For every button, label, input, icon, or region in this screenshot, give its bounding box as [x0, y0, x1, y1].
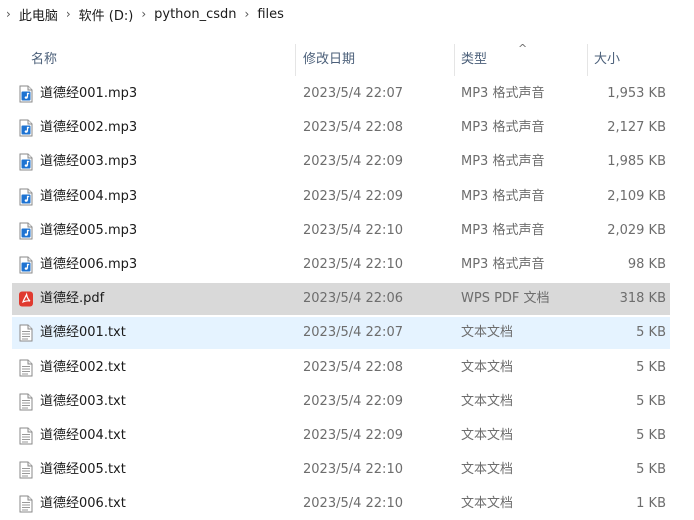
- file-name[interactable]: 道德经001.mp3: [40, 78, 137, 110]
- breadcrumb-this-pc[interactable]: 此电脑: [19, 5, 58, 24]
- file-row[interactable]: 道德经002.txt 2023/5/4 22:08 文本文档 5 KB: [12, 352, 670, 384]
- file-size: 5 KB: [636, 394, 666, 409]
- file-type: 文本文档: [461, 428, 514, 443]
- text-file-icon: [18, 359, 34, 377]
- pdf-file-icon: [18, 290, 34, 308]
- text-file-icon: [18, 393, 34, 411]
- file-size: 2,127 KB: [607, 120, 666, 135]
- file-name[interactable]: 道德经004.txt: [40, 420, 126, 452]
- text-file-icon: [18, 495, 34, 513]
- file-name[interactable]: 道德经003.txt: [40, 386, 126, 418]
- breadcrumb-files[interactable]: files: [257, 7, 284, 22]
- file-modified-date: 2023/5/4 22:09: [303, 154, 403, 169]
- breadcrumb-python-csdn[interactable]: python_csdn: [154, 7, 236, 22]
- column-divider[interactable]: [454, 44, 455, 76]
- file-row[interactable]: 道德经.pdf 2023/5/4 22:06 WPS PDF 文档 318 KB: [12, 283, 670, 315]
- file-size: 5 KB: [636, 462, 666, 477]
- file-modified-date: 2023/5/4 22:10: [303, 223, 403, 238]
- file-size: 5 KB: [636, 428, 666, 443]
- file-modified-date: 2023/5/4 22:06: [303, 291, 403, 306]
- column-divider[interactable]: [295, 44, 296, 76]
- text-file-icon: [18, 427, 34, 445]
- file-type: 文本文档: [461, 394, 514, 409]
- text-file-icon: [18, 461, 34, 479]
- audio-file-icon: [18, 153, 34, 171]
- chevron-right-icon[interactable]: ›: [245, 7, 250, 21]
- file-row[interactable]: 道德经005.txt 2023/5/4 22:10 文本文档 5 KB: [12, 454, 670, 486]
- file-name[interactable]: 道德经002.txt: [40, 352, 126, 384]
- file-type: 文本文档: [461, 462, 514, 477]
- file-row[interactable]: 道德经005.mp3 2023/5/4 22:10 MP3 格式声音 2,029 KB: [12, 215, 670, 247]
- file-name[interactable]: 道德经006.txt: [40, 488, 126, 520]
- file-row[interactable]: 道德经003.mp3 2023/5/4 22:09 MP3 格式声音 1,985 KB: [12, 146, 670, 178]
- audio-file-icon: [18, 85, 34, 103]
- file-modified-date: 2023/5/4 22:09: [303, 189, 403, 204]
- file-modified-date: 2023/5/4 22:09: [303, 428, 403, 443]
- file-name[interactable]: 道德经001.txt: [40, 317, 126, 349]
- sort-ascending-icon: ^: [518, 42, 528, 55]
- file-row[interactable]: 道德经001.mp3 2023/5/4 22:07 MP3 格式声音 1,953 KB: [12, 78, 670, 110]
- column-header: 名称 修改日期 类型 ^ 大小: [0, 42, 694, 76]
- file-row[interactable]: 道德经004.txt 2023/5/4 22:09 文本文档 5 KB: [12, 420, 670, 452]
- breadcrumb: › 此电脑 › 软件 (D:) › python_csdn › files: [0, 0, 694, 28]
- file-modified-date: 2023/5/4 22:07: [303, 325, 403, 340]
- file-row[interactable]: 道德经002.mp3 2023/5/4 22:08 MP3 格式声音 2,127 KB: [12, 112, 670, 144]
- column-header-type[interactable]: 类型: [461, 44, 487, 76]
- file-modified-date: 2023/5/4 22:10: [303, 462, 403, 477]
- file-type: MP3 格式声音: [461, 257, 545, 272]
- file-row[interactable]: 道德经001.txt 2023/5/4 22:07 文本文档 5 KB: [12, 317, 670, 349]
- file-size: 1,953 KB: [607, 86, 666, 101]
- file-type: WPS PDF 文档: [461, 291, 550, 306]
- file-modified-date: 2023/5/4 22:08: [303, 360, 403, 375]
- file-row[interactable]: 道德经006.mp3 2023/5/4 22:10 MP3 格式声音 98 KB: [12, 249, 670, 281]
- file-modified-date: 2023/5/4 22:10: [303, 496, 403, 511]
- file-modified-date: 2023/5/4 22:07: [303, 86, 403, 101]
- column-header-name[interactable]: 名称: [31, 44, 57, 76]
- file-size: 98 KB: [627, 257, 666, 272]
- column-divider[interactable]: [587, 44, 588, 76]
- file-size: 1 KB: [636, 496, 666, 511]
- file-size: 5 KB: [636, 325, 666, 340]
- file-modified-date: 2023/5/4 22:10: [303, 257, 403, 272]
- audio-file-icon: [18, 119, 34, 137]
- file-size: 2,109 KB: [607, 189, 666, 204]
- file-row[interactable]: 道德经003.txt 2023/5/4 22:09 文本文档 5 KB: [12, 386, 670, 418]
- file-type: MP3 格式声音: [461, 120, 545, 135]
- breadcrumb-drive-d[interactable]: 软件 (D:): [79, 5, 134, 24]
- file-name[interactable]: 道德经006.mp3: [40, 249, 137, 281]
- file-name[interactable]: 道德经005.mp3: [40, 215, 137, 247]
- column-header-size[interactable]: 大小: [594, 44, 620, 76]
- file-type: 文本文档: [461, 496, 514, 511]
- chevron-right-icon[interactable]: ›: [141, 7, 146, 21]
- file-name[interactable]: 道德经003.mp3: [40, 146, 137, 178]
- file-name[interactable]: 道德经005.txt: [40, 454, 126, 486]
- file-name[interactable]: 道德经002.mp3: [40, 112, 137, 144]
- audio-file-icon: [18, 256, 34, 274]
- file-modified-date: 2023/5/4 22:09: [303, 394, 403, 409]
- text-file-icon: [18, 324, 34, 342]
- file-size: 5 KB: [636, 360, 666, 375]
- file-name[interactable]: 道德经.pdf: [40, 283, 104, 315]
- file-modified-date: 2023/5/4 22:08: [303, 120, 403, 135]
- file-row[interactable]: 道德经004.mp3 2023/5/4 22:09 MP3 格式声音 2,109 KB: [12, 181, 670, 213]
- file-size: 2,029 KB: [607, 223, 666, 238]
- audio-file-icon: [18, 188, 34, 206]
- file-type: MP3 格式声音: [461, 86, 545, 101]
- file-type: MP3 格式声音: [461, 223, 545, 238]
- file-type: 文本文档: [461, 360, 514, 375]
- chevron-right-icon[interactable]: ›: [66, 7, 71, 21]
- file-row[interactable]: 道德经006.txt 2023/5/4 22:10 文本文档 1 KB: [12, 488, 670, 520]
- chevron-right-icon[interactable]: ›: [6, 7, 11, 21]
- audio-file-icon: [18, 222, 34, 240]
- file-type: 文本文档: [461, 325, 514, 340]
- file-size: 318 KB: [619, 291, 666, 306]
- file-size: 1,985 KB: [607, 154, 666, 169]
- column-header-date[interactable]: 修改日期: [303, 44, 355, 76]
- file-type: MP3 格式声音: [461, 154, 545, 169]
- file-type: MP3 格式声音: [461, 189, 545, 204]
- file-name[interactable]: 道德经004.mp3: [40, 181, 137, 213]
